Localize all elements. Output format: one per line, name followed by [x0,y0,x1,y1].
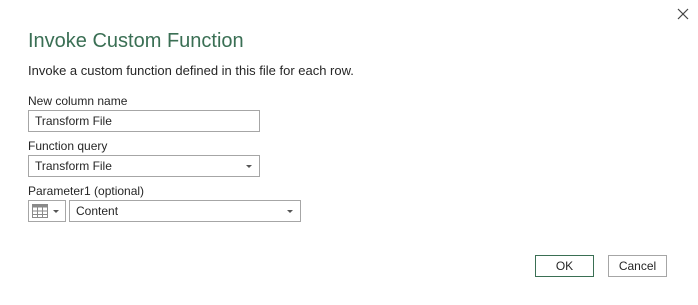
dialog-title: Invoke Custom Function [28,30,244,52]
function-query-dropdown[interactable]: Transform File [28,155,260,177]
new-column-name-input[interactable]: Transform File [28,110,260,132]
parameter-type-dropdown[interactable] [28,200,66,222]
parameter1-dropdown[interactable]: Content [69,200,301,222]
close-icon[interactable] [675,6,691,22]
new-column-name-value: Transform File [35,114,112,128]
table-column-icon [32,204,48,218]
chevron-down-icon [287,210,293,213]
chevron-down-icon [53,210,59,213]
function-query-label: Function query [28,139,108,153]
function-query-value: Transform File [35,159,112,173]
ok-button[interactable]: OK [535,255,594,277]
new-column-name-label: New column name [28,94,128,108]
chevron-down-icon [246,165,252,168]
dialog-description: Invoke a custom function defined in this… [28,63,354,78]
parameter1-value: Content [76,204,119,218]
cancel-button[interactable]: Cancel [608,255,667,277]
invoke-custom-function-dialog: Invoke Custom Function Invoke a custom f… [0,0,698,305]
parameter1-label: Parameter1 (optional) [28,184,145,198]
